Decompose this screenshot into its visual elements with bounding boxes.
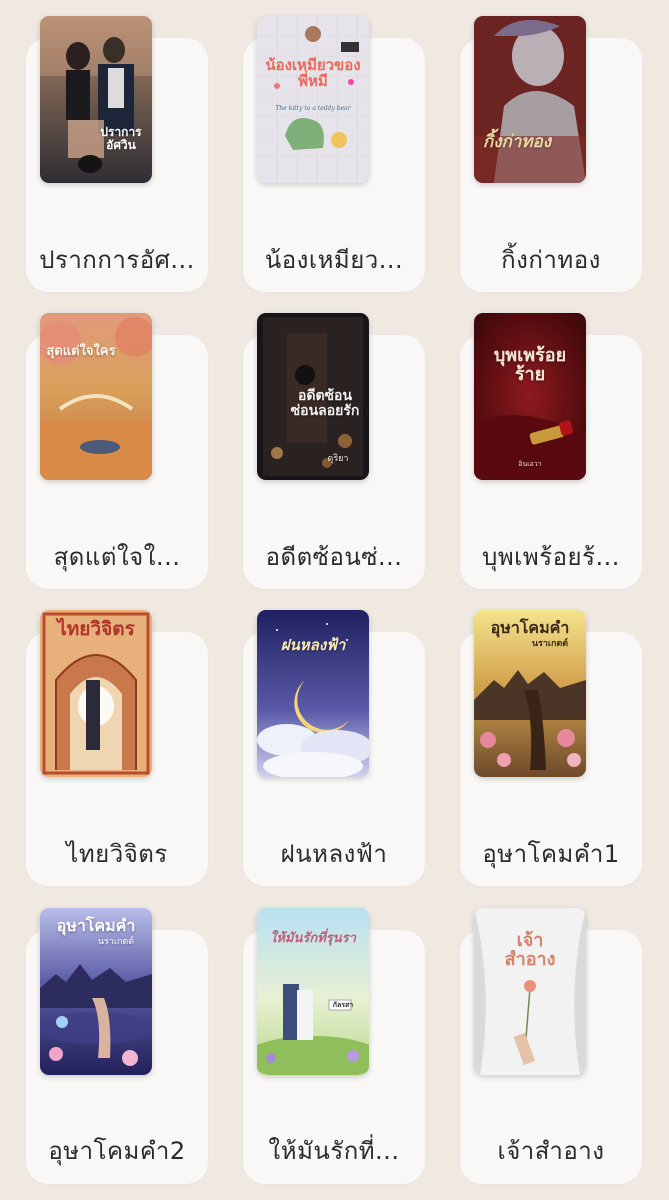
cover-author: อินเอวา	[518, 460, 542, 468]
cover-title: เจ้าสำอาง	[504, 930, 556, 970]
book-title[interactable]: กิ้งก่าทอง	[460, 240, 642, 279]
book-title[interactable]: ให้มันรักที่...	[243, 1131, 425, 1170]
book-grid: ปราการอัศวิน ปรากการอัศ... น้องเหมียวของ…	[0, 0, 669, 1200]
book-cover[interactable]: เจ้าสำอาง	[474, 908, 586, 1075]
cover-title: อดีตซ้อนซ่อนลอยรัก	[290, 388, 360, 419]
cover-title: อุษาโคมคำ	[490, 618, 570, 637]
cover-title: สุดแต่ใจใคร	[46, 344, 116, 359]
cover-author: ดุริยา	[327, 454, 349, 464]
cover-title: ฝนหลงฟ้า	[280, 636, 346, 654]
book-title[interactable]: อุษาโคมคำ2	[26, 1131, 208, 1170]
cover-author: นราเกตต์	[97, 937, 135, 947]
book-cover[interactable]: กิ้งก่าทอง	[474, 16, 586, 183]
book-cover[interactable]: อุษาโคมคำ นราเกตต์	[40, 908, 152, 1075]
book-title[interactable]: อดีตซ้อนซ่...	[243, 537, 425, 576]
book-title[interactable]: เจ้าสำอาง	[460, 1131, 642, 1170]
cover-title: ไทยวิจิตร	[57, 618, 135, 640]
book-title[interactable]: น้องเหมียว...	[243, 240, 425, 279]
book-cover[interactable]: อดีตซ้อนซ่อนลอยรัก ดุริยา	[257, 313, 369, 480]
book-cover[interactable]: อุษาโคมคำ นราเกตต์	[474, 610, 586, 777]
cover-author: กัลรสา	[332, 1000, 354, 1009]
book-cover[interactable]: ให้มันรักที่รุนรา กัลรสา	[257, 908, 369, 1075]
cover-subtitle: The kitty to a teddy bear	[275, 105, 351, 112]
cover-title: ปราการอัศวิน	[100, 125, 142, 152]
book-title[interactable]: ปรากการอัศ...	[26, 240, 208, 279]
book-cover[interactable]: ฝนหลงฟ้า	[257, 610, 369, 777]
cover-title: บุพเพร้อยร้าย	[493, 345, 567, 385]
book-cover[interactable]: ไทยวิจิตร	[40, 610, 152, 777]
cover-title: กิ้งก่าทอง	[482, 132, 552, 152]
book-title[interactable]: ไทยวิจิตร	[26, 834, 208, 873]
book-cover[interactable]: ปราการอัศวิน	[40, 16, 152, 183]
book-cover[interactable]: สุดแต่ใจใคร	[40, 313, 152, 480]
book-cover[interactable]: น้องเหมียวของพี่หมี The kitty to a teddy…	[257, 16, 369, 183]
book-cover[interactable]: บุพเพร้อยร้าย อินเอวา	[474, 313, 586, 480]
cover-title: อุษาโคมคำ	[56, 916, 136, 935]
cover-title: ให้มันรักที่รุนรา	[270, 931, 356, 946]
book-title[interactable]: ฝนหลงฟ้า	[243, 834, 425, 873]
cover-author: นราเกตต์	[531, 639, 569, 649]
cover-title: น้องเหมียวของพี่หมี	[265, 56, 361, 90]
book-title[interactable]: อุษาโคมคำ1	[460, 834, 642, 873]
book-title[interactable]: สุดแต่ใจใ...	[26, 537, 208, 576]
book-title[interactable]: บุพเพร้อยร้...	[460, 537, 642, 576]
